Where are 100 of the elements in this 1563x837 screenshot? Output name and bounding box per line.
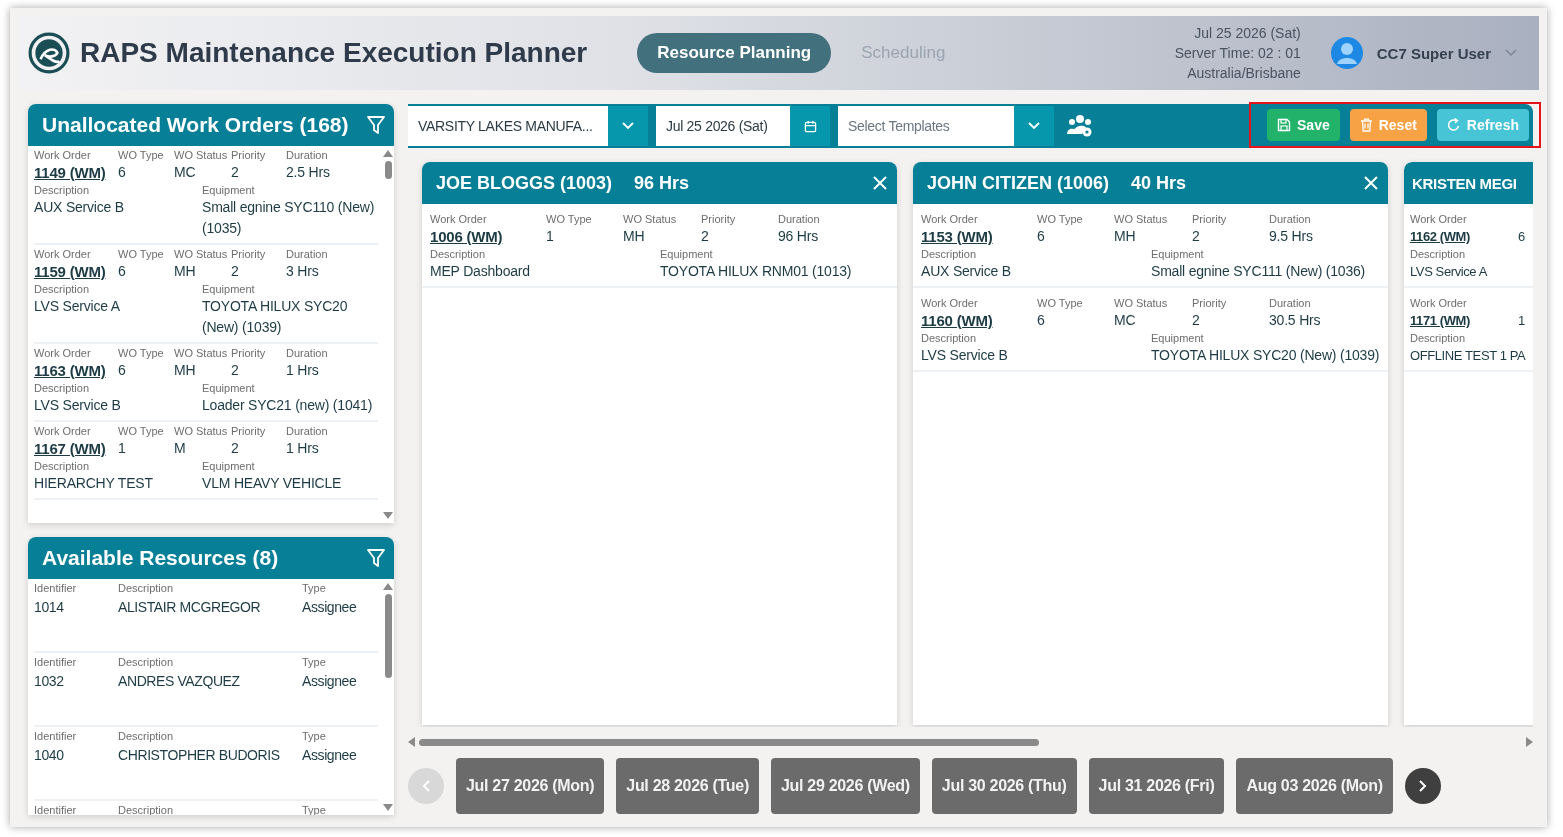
team-settings-icon[interactable]	[1066, 114, 1094, 138]
field-value: MH	[174, 262, 197, 281]
resource-name: JOHN CITIZEN (1006)	[927, 172, 1110, 194]
field-value: 2	[231, 262, 240, 281]
field-label: Description	[34, 282, 91, 296]
date-button[interactable]: Jul 28 2026 (Tue)	[616, 758, 759, 814]
field-label: Type	[302, 728, 327, 743]
work-order-link[interactable]: 1159 (WM)	[34, 261, 118, 282]
field-label: Description	[921, 247, 978, 261]
calendar-icon	[803, 119, 817, 133]
date-button[interactable]: Jul 30 2026 (Thu)	[931, 758, 1077, 814]
field-label: Equipment	[202, 381, 256, 395]
field-label: Priority	[1192, 296, 1228, 310]
field-label: WO Type	[1037, 212, 1084, 226]
chevron-down-icon[interactable]	[1505, 49, 1517, 57]
work-order-link[interactable]: 1167 (WM)	[34, 438, 118, 459]
field-label: Work Order	[1410, 296, 1468, 310]
close-icon[interactable]	[873, 176, 887, 190]
work-order-link[interactable]: 1160 (WM)	[921, 310, 1037, 331]
work-order-link[interactable]: 1153 (WM)	[921, 226, 1037, 247]
field-value: TOYOTA HILUX SYC20 (New) (1039)	[1151, 346, 1380, 365]
field-label: Duration	[1269, 296, 1312, 310]
field-value: TOYOTA HILUX SYC20 (New) (1039)	[202, 297, 349, 337]
date-button[interactable]: Jul 27 2026 (Mon)	[456, 758, 605, 814]
field-label: WO Type	[118, 424, 165, 438]
save-button[interactable]: Save	[1267, 109, 1340, 141]
field-label: Equipment	[202, 282, 256, 296]
field-label: Description	[34, 381, 91, 395]
panel-title: Available Resources (8)	[42, 545, 280, 570]
field-label: Priority	[1192, 212, 1228, 226]
field-value: M	[174, 439, 187, 458]
refresh-icon	[1446, 118, 1461, 132]
field-value: MC	[174, 163, 197, 182]
site-dropdown[interactable]: VARSITY LAKES MANUFA...	[408, 106, 608, 146]
field-label: WO Type	[1037, 296, 1084, 310]
field-label: WO Type	[546, 212, 593, 226]
templates-dropdown[interactable]: Select Templates	[838, 106, 1014, 146]
field-value: AUX Service B	[34, 198, 125, 217]
date-field[interactable]: Jul 25 2026 (Sat)	[656, 106, 790, 146]
horizontal-scrollbar[interactable]	[408, 735, 1533, 749]
field-label: Equipment	[202, 459, 256, 473]
field-value: MH	[174, 361, 197, 380]
next-button[interactable]	[1404, 768, 1441, 804]
filter-icon[interactable]	[366, 115, 386, 135]
field-label: Work Order	[34, 424, 92, 438]
close-icon[interactable]	[1364, 176, 1378, 190]
field-value: 1014	[34, 597, 65, 617]
work-order-link[interactable]: 1162 (WM)	[1410, 226, 1518, 247]
field-value: 1 Hrs	[286, 439, 320, 458]
work-order-link[interactable]: 1171 (WM)	[1410, 310, 1518, 331]
user-name[interactable]: CC7 Super User	[1376, 44, 1491, 62]
field-label: Type	[302, 654, 327, 669]
field-value: VLM HEAVY VEHICLE	[202, 474, 343, 493]
field-value: Assignee	[302, 597, 358, 617]
date-button[interactable]: Jul 31 2026 (Fri)	[1088, 758, 1225, 814]
field-label: Work Order	[34, 247, 92, 261]
field-value: 6	[118, 262, 127, 281]
filter-icon[interactable]	[366, 547, 386, 568]
field-value: 30.5 Hrs	[1269, 311, 1322, 330]
hours-total: 40 Hrs	[1131, 172, 1187, 194]
field-value: 2	[1192, 311, 1201, 330]
chevron-left-icon	[422, 780, 430, 792]
resource-name: JOE BLOGGS (1003)	[436, 172, 613, 194]
work-order-link[interactable]: 1149 (WM)	[34, 162, 118, 183]
field-label: Description	[430, 247, 487, 261]
field-value: MEP Dashboard	[430, 262, 531, 281]
field-label: Description	[118, 654, 175, 669]
field-label: Priority	[231, 424, 267, 438]
work-order-link[interactable]: 1006 (WM)	[430, 226, 546, 247]
field-label: WO Status	[174, 148, 229, 162]
field-label: Duration	[286, 424, 329, 438]
field-value: TOYOTA HILUX RNM01 (1013)	[660, 262, 853, 281]
field-label: Identifier	[34, 580, 78, 595]
field-label: Description	[118, 580, 175, 595]
field-value: 1 Hrs	[286, 361, 320, 380]
field-value: Assignee	[302, 745, 358, 765]
field-label: Work Order	[921, 296, 979, 310]
calendar-button[interactable]	[790, 106, 830, 146]
field-value: 6	[1518, 228, 1526, 246]
hours-total: 96 Hrs	[634, 172, 690, 194]
field-label: Description	[921, 331, 978, 345]
nav-tab[interactable]: Resource Planning	[637, 33, 832, 73]
field-value: 1	[1518, 312, 1526, 330]
field-label: Work Order	[34, 346, 92, 360]
field-label: Duration	[1269, 212, 1312, 226]
field-label: Identifier	[34, 728, 78, 743]
server-info-text: Australia/Brisbane	[1187, 64, 1301, 83]
field-value: Small egnine SYC110 (New) (1035)	[202, 198, 376, 238]
field-label: Identifier	[34, 654, 78, 669]
field-label: WO Type	[118, 346, 165, 360]
field-label: Description	[34, 183, 91, 197]
field-value: Loader SYC21 (new) (1041)	[202, 396, 374, 415]
field-label: Description	[34, 459, 91, 473]
work-order-link[interactable]: 1163 (WM)	[34, 360, 118, 381]
date-button[interactable]: Jul 29 2026 (Wed)	[770, 758, 920, 814]
field-value: HIERARCHY TEST	[34, 474, 154, 493]
server-info-text: Server Time: 02 : 01	[1174, 44, 1301, 63]
chevron-down-icon	[622, 122, 634, 130]
date-button[interactable]: Aug 03 2026 (Mon)	[1236, 758, 1393, 814]
field-value: 1040	[34, 745, 65, 765]
